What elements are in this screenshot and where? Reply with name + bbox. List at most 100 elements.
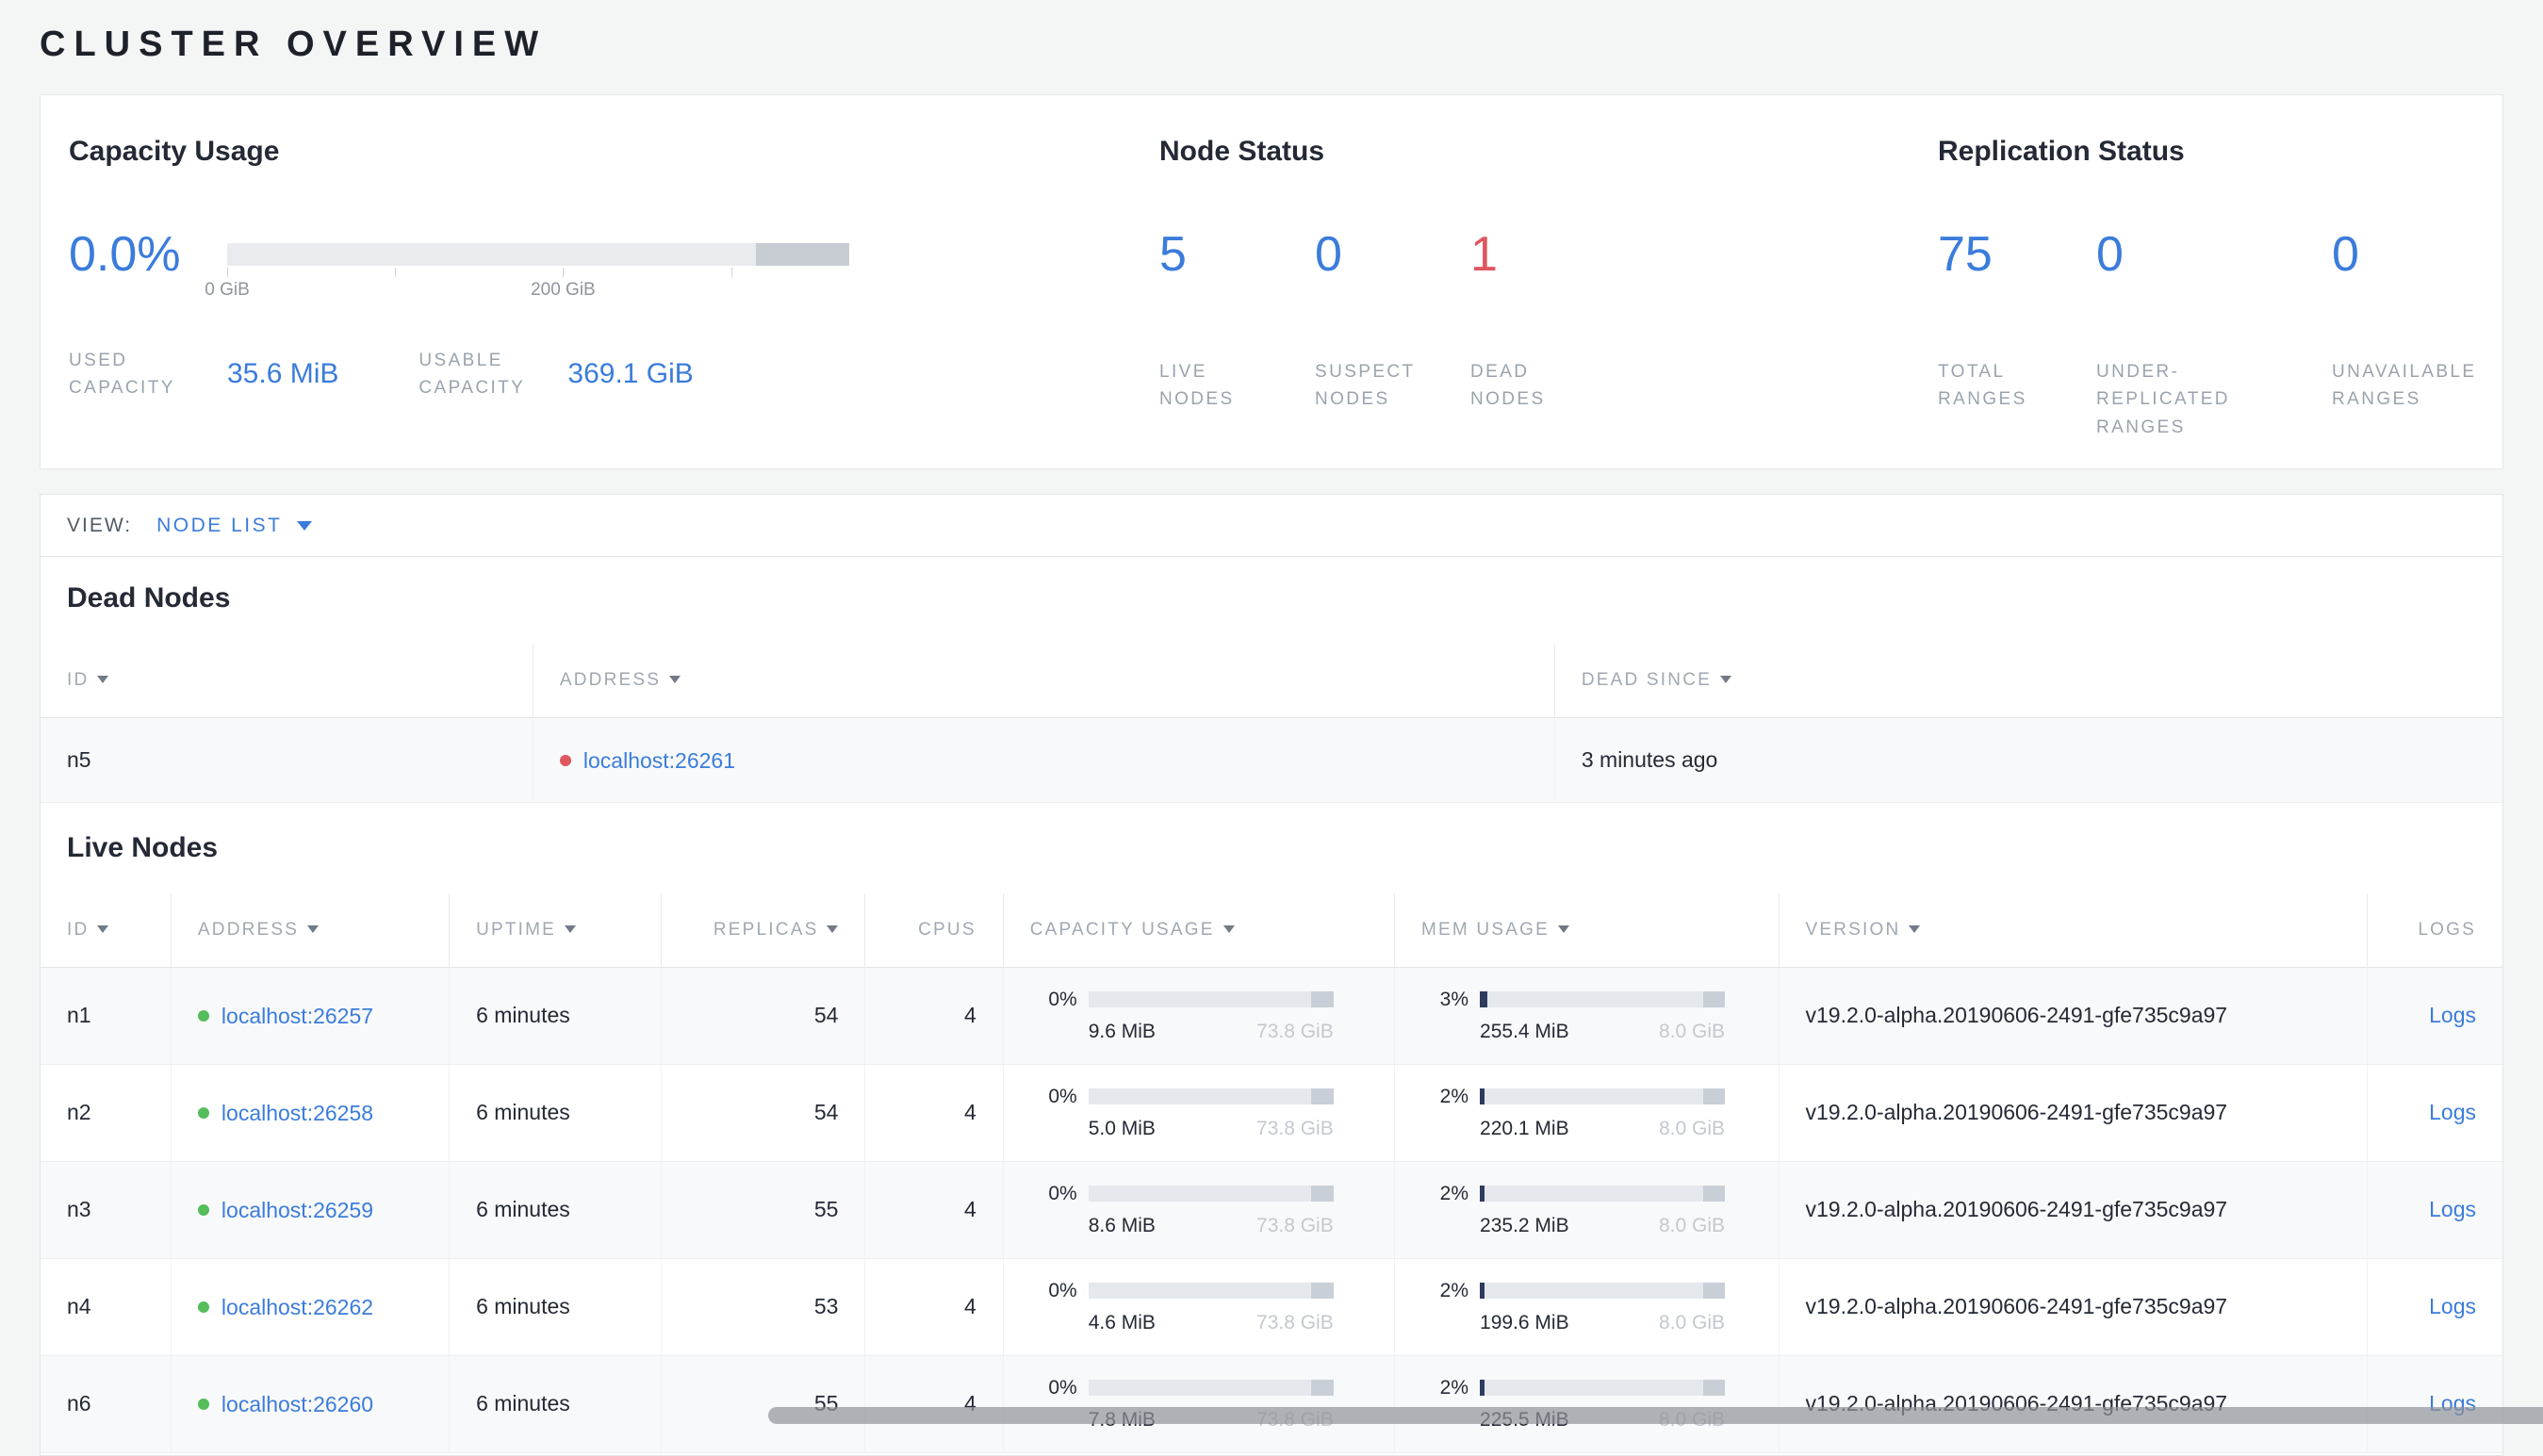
bar-cap-segment bbox=[1702, 1186, 1726, 1202]
cpus-cell: 4 bbox=[864, 1355, 1004, 1453]
view-selected-value: NODE LIST bbox=[156, 514, 283, 536]
logs-link[interactable]: Logs bbox=[2429, 1294, 2476, 1318]
version-cell: v19.2.0-alpha.20190606-2491-gfe735c9a97 bbox=[1779, 1064, 2368, 1162]
capacity-usage-cell: 0% 7.8 MiB 73.8 GiB bbox=[1003, 1355, 1396, 1453]
horizontal-scrollbar-thumb[interactable] bbox=[768, 1407, 2543, 1424]
mem-percent: 2% bbox=[1439, 1279, 1469, 1301]
unavailable-ranges-count: 0 bbox=[2332, 227, 2359, 282]
table-row: n4 localhost:26262 6 minutes 53 4 0% 4.6… bbox=[41, 1258, 2502, 1356]
mem-percent: 3% bbox=[1439, 988, 1469, 1010]
version-cell: v19.2.0-alpha.20190606-2491-gfe735c9a97 bbox=[1779, 967, 2368, 1065]
capacity-percent: 0% bbox=[1048, 1085, 1077, 1107]
mem-percent: 2% bbox=[1439, 1085, 1469, 1107]
table-row: n2 localhost:26258 6 minutes 54 4 0% 5.0… bbox=[41, 1064, 2502, 1162]
mem-used-value: 199.6 MiB bbox=[1480, 1311, 1569, 1333]
tick-mark bbox=[563, 268, 565, 277]
node-address-link[interactable]: localhost:26258 bbox=[221, 1101, 373, 1126]
node-address-link[interactable]: localhost:26262 bbox=[221, 1295, 373, 1320]
capacity-used-value: 5.0 MiB bbox=[1088, 1117, 1156, 1139]
tick-mark bbox=[227, 268, 228, 277]
live-nodes-title: Live Nodes bbox=[67, 831, 219, 863]
node-address-cell: localhost:26257 bbox=[171, 967, 451, 1065]
dead-nodes-label: DEAD NODES bbox=[1470, 362, 1546, 410]
cpus-cell: 4 bbox=[864, 967, 1004, 1065]
capacity-bar bbox=[1088, 1283, 1334, 1299]
capacity-bar bbox=[1088, 1380, 1334, 1396]
table-header-row: ID ADDRESS UPTIME REPLICAS CPUS CAPACITY… bbox=[41, 892, 2502, 968]
uptime-cell: 6 minutes bbox=[449, 1161, 662, 1259]
cluster-overview-page: CLUSTER OVERVIEW Capacity Usage 0.0% 0 G… bbox=[0, 0, 2543, 1456]
node-address-cell: localhost:26260 bbox=[171, 1355, 451, 1453]
node-id-cell: n3 bbox=[41, 1161, 172, 1259]
live-status-dot-icon bbox=[197, 1010, 209, 1022]
logs-link[interactable]: Logs bbox=[2429, 1197, 2476, 1221]
column-header-address[interactable]: ADDRESS bbox=[533, 644, 1555, 718]
bar-cap-segment bbox=[1311, 1380, 1334, 1396]
sort-arrow-icon bbox=[1909, 924, 1921, 933]
version-cell: v19.2.0-alpha.20190606-2491-gfe735c9a97 bbox=[1779, 1355, 2368, 1453]
column-header-address[interactable]: ADDRESS bbox=[171, 892, 451, 968]
table-row: n1 localhost:26257 6 minutes 54 4 0% 9.6… bbox=[41, 967, 2502, 1065]
capacity-bar bbox=[1088, 1186, 1334, 1202]
bar-cap-segment bbox=[1702, 991, 1726, 1007]
capacity-usage-bar: 0 GiB 200 GiB bbox=[205, 243, 849, 300]
node-address-link[interactable]: localhost:26257 bbox=[221, 1004, 373, 1029]
mem-percent: 2% bbox=[1439, 1182, 1469, 1204]
capacity-used-value: 4.6 MiB bbox=[1088, 1311, 1156, 1333]
node-status-heading: Node Status bbox=[1159, 136, 1325, 167]
mem-total-value: 8.0 GiB bbox=[1658, 1311, 1726, 1333]
view-selector-dropdown[interactable]: NODE LIST bbox=[156, 514, 313, 537]
live-nodes-label: LIVE NODES bbox=[1159, 362, 1235, 410]
mem-bar bbox=[1480, 1380, 1726, 1396]
sort-arrow-icon bbox=[1720, 676, 1731, 683]
tick-mark bbox=[395, 268, 397, 277]
node-id-cell: n5 bbox=[41, 717, 533, 803]
used-capacity-label: USED CAPACITY bbox=[69, 351, 175, 399]
live-status-dot-icon bbox=[197, 1107, 209, 1120]
logs-cell: Logs bbox=[2367, 1355, 2502, 1453]
summary-card: Capacity Usage 0.0% 0 GiB 200 GiB USED C… bbox=[40, 94, 2503, 469]
column-header-dead-since[interactable]: DEAD SINCE bbox=[1554, 644, 2502, 718]
cpus-cell: 4 bbox=[864, 1258, 1004, 1356]
tick-mark bbox=[730, 268, 732, 277]
column-header-uptime[interactable]: UPTIME bbox=[449, 892, 662, 968]
mem-usage-cell: 2% 235.2 MiB 8.0 GiB bbox=[1394, 1161, 1780, 1259]
column-header-version[interactable]: VERSION bbox=[1779, 892, 2368, 968]
mem-total-value: 8.0 GiB bbox=[1658, 1117, 1726, 1139]
mem-total-value: 8.0 GiB bbox=[1658, 1020, 1726, 1042]
column-header-id[interactable]: ID bbox=[41, 892, 172, 968]
dead-nodes-count: 1 bbox=[1470, 227, 1498, 282]
node-address-link[interactable]: localhost:26260 bbox=[221, 1392, 373, 1417]
usable-capacity-stat: USABLE CAPACITY 369.1 GiB bbox=[418, 347, 693, 402]
bar-cap-segment bbox=[1702, 1283, 1726, 1299]
bar-cap-segment bbox=[1702, 1088, 1726, 1104]
mem-usage-cell: 3% 255.4 MiB 8.0 GiB bbox=[1394, 967, 1780, 1065]
replicas-cell: 55 bbox=[661, 1355, 866, 1453]
logs-link[interactable]: Logs bbox=[2429, 1100, 2476, 1124]
sort-arrow-icon bbox=[827, 924, 839, 933]
node-id-cell: n2 bbox=[41, 1064, 172, 1162]
version-cell: v19.2.0-alpha.20190606-2491-gfe735c9a97 bbox=[1779, 1258, 2368, 1356]
sort-arrow-icon bbox=[1222, 924, 1235, 933]
capacity-total-value: 73.8 GiB bbox=[1256, 1020, 1334, 1042]
mem-usage-cell: 2% 225.5 MiB 8.0 GiB bbox=[1394, 1355, 1780, 1453]
page-title: CLUSTER OVERVIEW bbox=[40, 25, 548, 64]
column-header-capacity-usage[interactable]: CAPACITY USAGE bbox=[1003, 892, 1396, 968]
used-capacity-value: 35.6 MiB bbox=[227, 358, 339, 390]
capacity-percent: 0% bbox=[1048, 1279, 1077, 1301]
capacity-bar bbox=[1088, 1088, 1334, 1104]
node-address-link[interactable]: localhost:26259 bbox=[221, 1198, 373, 1223]
logs-link[interactable]: Logs bbox=[2429, 1003, 2476, 1027]
column-header-mem-usage[interactable]: MEM USAGE bbox=[1394, 892, 1780, 968]
replication-status-section: Replication Status 75 TOTAL RANGES 0 UND… bbox=[1938, 135, 2502, 468]
node-address-link[interactable]: localhost:26261 bbox=[583, 748, 735, 774]
live-status-dot-icon bbox=[197, 1301, 209, 1314]
live-nodes-table: ID ADDRESS UPTIME REPLICAS CPUS CAPACITY… bbox=[41, 892, 2502, 1453]
mem-used-value: 235.2 MiB bbox=[1480, 1214, 1569, 1236]
chevron-down-icon bbox=[297, 520, 313, 531]
column-header-replicas[interactable]: REPLICAS bbox=[661, 892, 866, 968]
capacity-used-value: 8.6 MiB bbox=[1088, 1214, 1156, 1236]
total-ranges-count: 75 bbox=[1938, 227, 1993, 282]
column-header-id[interactable]: ID bbox=[41, 644, 533, 718]
bar-cap-segment bbox=[1311, 1283, 1334, 1299]
